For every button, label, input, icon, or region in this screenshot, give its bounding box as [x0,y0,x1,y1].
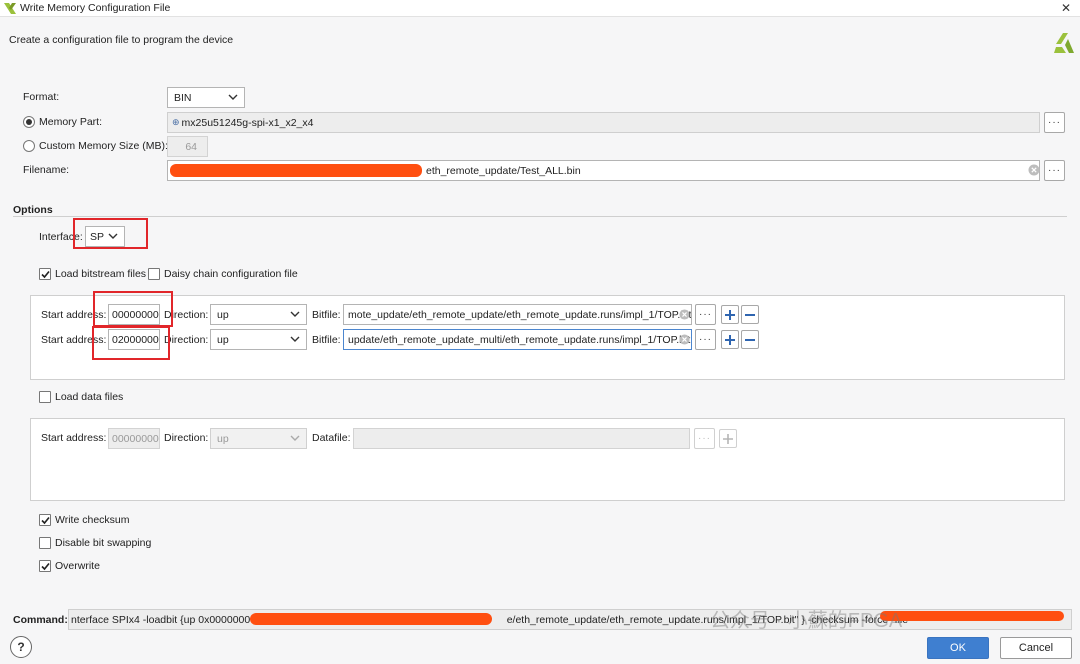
clear-icon[interactable] [679,334,690,348]
memory-part-field[interactable]: ⊕ mx25u51245g-spi-x1_x2_x4 [167,112,1040,133]
disable-bit-swapping-checkbox[interactable] [39,537,51,549]
start-address-label: Start address: [41,432,107,444]
custom-memory-value: 64 [185,140,197,153]
memory-part-browse-button[interactable]: ··· [1044,112,1065,133]
format-label: Format: [23,91,60,103]
custom-memory-label: Custom Memory Size (MB): [39,140,168,152]
help-button[interactable]: ? [10,636,32,658]
command-label: Command: [13,614,68,626]
datafile-browse-button[interactable]: ··· [694,428,715,449]
clear-icon[interactable] [679,309,690,323]
highlight-box [93,291,173,327]
data-direction-value: up [217,432,229,445]
remove-row-button[interactable] [741,330,759,349]
load-bitstream-checkbox[interactable] [39,268,51,280]
overwrite-label: Overwrite [55,560,100,572]
bitfile-browse-button[interactable]: ··· [695,329,716,350]
memory-part-label: Memory Part: [39,116,103,128]
daisy-chain-label: Daisy chain configuration file [164,268,298,280]
filename-label: Filename: [23,164,70,176]
app-logo-icon [4,3,16,17]
direction-label: Direction: [164,334,209,346]
datafile-label: Datafile: [312,432,351,444]
check-icon [41,562,50,571]
chevron-down-icon [290,336,300,342]
direction-select[interactable]: up [210,304,307,325]
help-icon: ? [17,640,25,654]
custom-memory-radio[interactable] [23,140,35,152]
plus-icon [725,309,735,320]
bitfile-browse-button[interactable]: ··· [695,304,716,325]
daisy-chain-checkbox[interactable] [148,268,160,280]
close-icon[interactable]: ✕ [1058,0,1074,16]
data-start-address-input[interactable]: 00000000 [108,428,160,449]
direction-select[interactable]: up [210,329,307,350]
bitfile-label: Bitfile: [312,334,341,346]
remove-row-button[interactable] [741,305,759,324]
plus-icon [725,334,735,345]
options-heading: Options [13,204,53,216]
data-direction-select[interactable]: up [210,428,307,449]
vivado-logo-icon [1052,31,1076,58]
options-divider [13,216,1067,217]
highlight-box [73,218,148,249]
chip-icon: ⊕ [172,117,180,127]
data-start-address-value: 00000000 [112,432,159,445]
bitfile-input[interactable]: mote_update/eth_remote_update/eth_remote… [343,304,692,325]
direction-value: up [217,308,229,321]
datafile-input[interactable] [353,428,690,449]
format-value: BIN [174,91,192,104]
window-title: Write Memory Configuration File [20,2,171,14]
command-text-start: nterface SPIx4 -loadbit {up 0x00000000 " [71,613,263,626]
write-checksum-checkbox[interactable] [39,514,51,526]
watermark: 公众号 · 小蘇的FPGA [710,610,903,632]
memory-part-radio[interactable] [23,116,35,128]
load-data-label: Load data files [55,391,124,403]
format-select[interactable]: BIN [167,87,245,108]
check-icon [41,516,50,525]
chevron-down-icon [290,435,300,441]
disable-bit-swapping-label: Disable bit swapping [55,537,152,549]
filename-browse-button[interactable]: ··· [1044,160,1065,181]
title-bar: Write Memory Configuration File ✕ [0,0,1080,17]
check-icon [41,270,50,279]
load-data-checkbox[interactable] [39,391,51,403]
custom-memory-input[interactable]: 64 [167,136,208,157]
write-checksum-label: Write checksum [55,514,130,526]
bitfile-input[interactable]: update/eth_remote_update_multi/eth_remot… [343,329,692,350]
chevron-down-icon [228,94,238,100]
bitfile-value: update/eth_remote_update_multi/eth_remot… [348,333,691,346]
cancel-label: Cancel [1018,642,1054,654]
minus-icon [745,313,755,316]
dialog-subtitle: Create a configuration file to program t… [9,34,234,46]
clear-icon[interactable] [1028,164,1040,179]
highlight-box [92,326,170,360]
redaction-mark [250,613,492,625]
add-data-row-button[interactable] [719,429,737,448]
minus-icon [745,338,755,341]
add-row-button[interactable] [721,305,739,324]
overwrite-checkbox[interactable] [39,560,51,572]
direction-label: Direction: [164,432,209,444]
chevron-down-icon [290,311,300,317]
bitfile-value: mote_update/eth_remote_update/eth_remote… [348,308,692,321]
ok-label: OK [950,642,966,654]
redaction-mark [170,164,422,177]
add-row-button[interactable] [721,330,739,349]
plus-icon [723,433,733,444]
ok-button[interactable]: OK [927,637,989,659]
bitfile-label: Bitfile: [312,309,341,321]
memory-part-value: mx25u51245g-spi-x1_x2_x4 [181,116,314,129]
direction-value: up [217,333,229,346]
load-bitstream-label: Load bitstream files [55,268,147,280]
redaction-mark [880,611,1064,621]
filename-value: eth_remote_update/Test_ALL.bin [426,164,581,177]
cancel-button[interactable]: Cancel [1000,637,1072,659]
